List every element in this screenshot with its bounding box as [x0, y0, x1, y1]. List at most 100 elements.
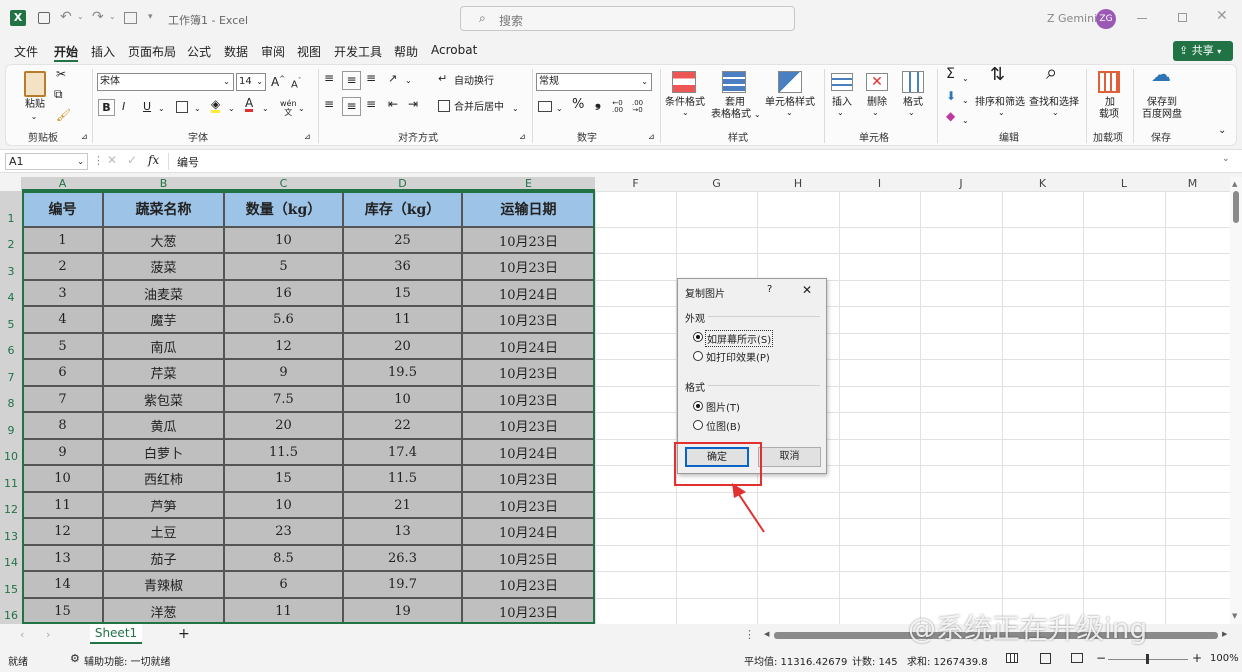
dialog-close-icon[interactable]: ✕ — [802, 283, 812, 297]
insert-function-icon[interactable]: fx — [148, 153, 159, 167]
table-cell[interactable]: 10 — [224, 227, 343, 253]
table-cell[interactable]: 南瓜 — [103, 333, 224, 359]
table-cell[interactable]: 大葱 — [103, 227, 224, 253]
format-as-table-icon[interactable] — [722, 71, 746, 93]
zoom-in-icon[interactable]: + — [1192, 651, 1202, 665]
table-cell[interactable]: 10月23日 — [462, 492, 595, 518]
format-as-table-label-2[interactable]: 表格格式 — [706, 109, 756, 120]
increase-indent-icon[interactable]: ⇥ — [408, 98, 418, 110]
redo-dropdown-icon[interactable]: ⌄ — [109, 12, 116, 21]
redo-icon[interactable]: ↷ — [92, 9, 104, 25]
table-cell[interactable]: 9 — [224, 359, 343, 386]
table-cell[interactable]: 茄子 — [103, 545, 224, 571]
menu-help[interactable]: 帮助 — [394, 43, 418, 60]
table-cell[interactable]: 8 — [22, 412, 103, 439]
row-header[interactable]: 15 — [0, 571, 22, 598]
row-header[interactable]: 14 — [0, 545, 22, 571]
increase-font-icon[interactable]: A^ — [271, 74, 285, 88]
format-cells-icon[interactable] — [902, 71, 924, 93]
format-as-table-label-1[interactable]: 套用 — [723, 97, 747, 108]
table-cell[interactable]: 1 — [22, 227, 103, 253]
table-cell[interactable]: 10月23日 — [462, 253, 595, 280]
table-cell[interactable]: 8.5 — [224, 545, 343, 571]
baidu-netdisk-icon[interactable]: ☁ — [1151, 64, 1171, 84]
table-cell[interactable]: 4 — [22, 306, 103, 333]
table-cell[interactable]: 白萝卜 — [103, 439, 224, 465]
clipboard-launcher-icon[interactable]: ⊿ — [81, 131, 88, 142]
font-name-dropdown-icon[interactable]: ⌄ — [223, 74, 230, 90]
sheetbar-options-icon[interactable]: ⋮ — [744, 628, 755, 641]
table-cell[interactable]: 7.5 — [224, 386, 343, 412]
row-header[interactable]: 9 — [0, 412, 22, 439]
format-dropdown-icon[interactable]: ⌄ — [908, 107, 915, 118]
table-cell[interactable]: 西红柿 — [103, 465, 224, 492]
table-cell[interactable]: 20 — [343, 333, 462, 359]
col-header[interactable]: D — [343, 177, 462, 191]
formula-options-icon[interactable]: ⋮ — [93, 154, 104, 167]
table-header-cell[interactable]: 编号 — [22, 191, 103, 227]
expand-formula-icon[interactable]: ⌄ — [1222, 154, 1230, 164]
table-cell[interactable]: 6 — [22, 359, 103, 386]
confirm-entry-icon[interactable]: ✓ — [127, 153, 137, 167]
row-header[interactable]: 16 — [0, 598, 22, 624]
align-center-icon[interactable]: ≡ — [342, 97, 361, 116]
table-header-cell[interactable]: 数量（kg） — [224, 191, 343, 227]
comma-icon[interactable]: ❟ — [595, 95, 601, 110]
orientation-icon[interactable]: ↗ — [388, 73, 397, 84]
col-header[interactable]: G — [676, 177, 757, 191]
autosum-dropdown-icon[interactable]: ⌄ — [962, 73, 969, 84]
cut-icon[interactable]: ✂ — [56, 68, 66, 80]
vertical-scroll-thumb[interactable] — [1233, 191, 1239, 223]
zoom-out-icon[interactable]: − — [1096, 651, 1106, 665]
worksheet-grid[interactable]: 编号 蔬菜名称 数量（kg） 库存（kg） 运输日期 1 大葱 10 25 10月23日 2 菠菜 5 3… — [22, 191, 1230, 624]
format-as-table-dropdown-icon[interactable]: ⌄ — [754, 109, 761, 120]
table-cell[interactable]: 20 — [224, 412, 343, 439]
row-header[interactable]: 11 — [0, 465, 22, 492]
zoom-slider-thumb[interactable] — [1146, 654, 1149, 664]
align-bottom-icon[interactable]: ≡ — [366, 72, 376, 84]
zoom-level[interactable]: 100% — [1210, 653, 1239, 664]
next-sheet-icon[interactable]: › — [46, 628, 50, 641]
save-to-label-1[interactable]: 保存到 — [1142, 97, 1182, 108]
sort-dropdown-icon[interactable]: ⌄ — [998, 107, 1005, 118]
select-all-corner[interactable] — [0, 177, 22, 191]
table-cell[interactable]: 10月23日 — [462, 306, 595, 333]
scroll-left-icon[interactable]: ◀ — [764, 630, 769, 638]
as-screen-radio[interactable] — [693, 332, 703, 342]
accessibility-status[interactable]: 辅助功能: 一切就绪 — [84, 653, 171, 668]
table-cell[interactable]: 6 — [224, 571, 343, 598]
addins-label-2[interactable]: 载项 — [1096, 109, 1122, 120]
decrease-decimal-icon[interactable]: .00 →0 — [632, 100, 643, 114]
sheet-tab[interactable]: Sheet1 — [90, 624, 142, 644]
row-header[interactable]: 8 — [0, 386, 22, 412]
decrease-font-icon[interactable]: Aˇ — [291, 76, 301, 90]
number-launcher-icon[interactable]: ⊿ — [648, 131, 655, 142]
autosum-icon[interactable]: Σ — [946, 67, 955, 81]
close-icon[interactable]: ✕ — [1216, 8, 1228, 24]
find-select-icon[interactable]: ⌕ — [1046, 62, 1057, 82]
font-launcher-icon[interactable]: ⊿ — [304, 131, 311, 142]
as-screen-label[interactable]: 如屏幕所示(S) — [705, 330, 774, 347]
table-cell[interactable]: 12 — [22, 518, 103, 545]
scroll-right-icon[interactable]: ▶ — [1222, 630, 1227, 638]
borders-icon[interactable] — [176, 101, 188, 113]
table-cell[interactable]: 19.7 — [343, 571, 462, 598]
add-sheet-button[interactable]: + — [178, 626, 190, 642]
copy-icon[interactable]: ⧉ — [54, 88, 63, 100]
table-cell[interactable]: 10月23日 — [462, 227, 595, 253]
table-cell[interactable]: 22 — [343, 412, 462, 439]
form-icon[interactable] — [124, 12, 137, 24]
share-button[interactable]: ⇪ 共享 ▾ — [1173, 41, 1233, 61]
accessibility-icon[interactable]: ⚙ — [70, 652, 80, 665]
table-cell[interactable]: 油麦菜 — [103, 280, 224, 306]
font-size-box[interactable]: 14 ⌄ — [236, 73, 266, 91]
table-cell[interactable]: 10月23日 — [462, 598, 595, 624]
table-cell[interactable]: 黄瓜 — [103, 412, 224, 439]
format-painter-icon[interactable]: 🖌 — [56, 109, 71, 121]
table-cell[interactable]: 芦笋 — [103, 492, 224, 518]
alignment-launcher-icon[interactable]: ⊿ — [519, 131, 526, 142]
table-cell[interactable]: 12 — [224, 333, 343, 359]
page-break-view-icon[interactable] — [1071, 653, 1083, 663]
undo-icon[interactable]: ↶ — [60, 9, 72, 25]
table-cell[interactable]: 11 — [22, 492, 103, 518]
